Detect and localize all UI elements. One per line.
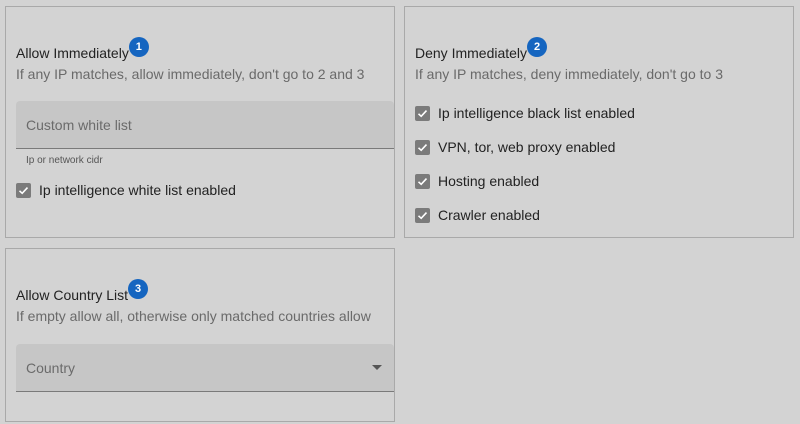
custom-white-list-helper: Ip or network cidr [26, 155, 103, 166]
allow-immediately-subtitle: If any IP matches, allow immediately, do… [16, 66, 365, 82]
allow-immediately-title: Allow Immediately 1 [16, 37, 149, 65]
custom-white-list-field[interactable] [16, 101, 394, 149]
deny-immediately-title: Deny Immediately 2 [415, 37, 548, 65]
checkbox-checked-icon[interactable] [16, 182, 31, 198]
allow-country-list-card: Allow Country List 3 If empty allow all, … [5, 248, 395, 422]
ip-white-list-checkbox-row[interactable]: Ip intelligence white list enabled [16, 180, 236, 200]
step-badge-2: 2 [527, 37, 548, 57]
checkbox-checked-icon[interactable] [415, 105, 430, 121]
hosting-label: Hosting enabled [438, 173, 540, 189]
allow-country-list-title-text: Allow Country List [16, 287, 129, 303]
checkbox-checked-icon[interactable] [415, 139, 430, 155]
hosting-checkbox-row[interactable]: Hosting enabled [415, 171, 539, 191]
ip-black-list-checkbox-row[interactable]: Ip intelligence black list enabled [415, 103, 635, 123]
crawler-checkbox-row[interactable]: Crawler enabled [415, 205, 540, 225]
custom-white-list-input[interactable] [16, 101, 394, 148]
vpn-tor-proxy-label: VPN, tor, web proxy enabled [438, 139, 616, 155]
allow-country-list-title: Allow Country List 3 [16, 279, 149, 307]
crawler-label: Crawler enabled [438, 207, 540, 223]
vpn-tor-proxy-checkbox-row[interactable]: VPN, tor, web proxy enabled [415, 137, 615, 157]
checkbox-checked-icon[interactable] [415, 207, 430, 223]
chevron-down-icon[interactable] [372, 365, 382, 370]
ip-white-list-label: Ip intelligence white list enabled [39, 182, 236, 198]
allow-immediately-title-text: Allow Immediately [16, 45, 129, 61]
step-badge-1: 1 [128, 37, 149, 57]
country-select[interactable]: Country [16, 344, 394, 392]
deny-immediately-subtitle: If any IP matches, deny immediately, don… [415, 66, 723, 82]
deny-immediately-card: Deny Immediately 2 If any IP matches, den… [404, 6, 794, 238]
allow-immediately-card: Allow Immediately 1 If any IP matches, al… [5, 6, 395, 238]
checkbox-checked-icon[interactable] [415, 173, 430, 189]
step-badge-3: 3 [128, 279, 149, 299]
ip-black-list-label: Ip intelligence black list enabled [438, 105, 635, 121]
allow-country-list-subtitle: If empty allow all, otherwise only match… [16, 308, 371, 324]
country-select-placeholder: Country [26, 359, 76, 376]
deny-immediately-title-text: Deny Immediately [415, 45, 528, 61]
